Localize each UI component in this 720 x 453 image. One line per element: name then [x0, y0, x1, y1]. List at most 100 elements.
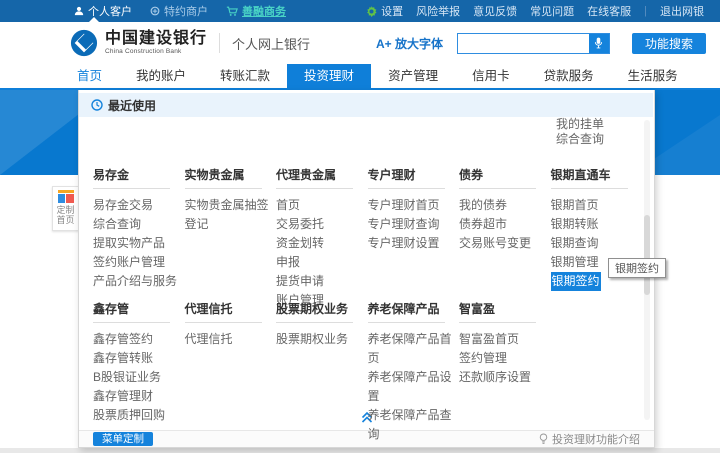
- menu-item[interactable]: 实物贵金属抽签登记: [185, 196, 277, 234]
- menu-item[interactable]: 银期管理: [551, 253, 599, 272]
- menu-group-title: 专户理财: [368, 166, 445, 189]
- menu-item[interactable]: 易存金交易: [93, 196, 153, 215]
- topbar-link-label: 意见反馈: [473, 3, 517, 19]
- menu-group-title: 代理信托: [185, 300, 262, 323]
- menu-item[interactable]: 养老保障产品首页: [368, 330, 460, 368]
- menu-item[interactable]: B股银证业务: [93, 368, 161, 387]
- topbar-link-label: 特约商户: [164, 3, 208, 19]
- menu-item[interactable]: 签约管理: [459, 349, 507, 368]
- menu-item[interactable]: 提取实物产品: [93, 234, 165, 253]
- customize-homepage-widget[interactable]: 定制 首页: [52, 186, 79, 231]
- investment-mega-menu: 最近使用 我的挂单综合查询 菜单定制: [78, 90, 655, 448]
- topbar-left: 个人客户 特约商户 善融商务: [74, 3, 286, 19]
- page-background-strip: [0, 448, 720, 453]
- menu-item[interactable]: 资金划转: [276, 234, 324, 253]
- ccb-logo-icon: [70, 29, 98, 57]
- search-input[interactable]: [458, 35, 589, 52]
- menu-item[interactable]: 交易委托: [276, 215, 324, 234]
- special-merchant-link[interactable]: 特约商户: [150, 3, 208, 19]
- menu-item[interactable]: 提货申请: [276, 272, 324, 291]
- menu-item[interactable]: 综合查询: [93, 215, 141, 234]
- topbar-link-label: 善融商务: [242, 3, 286, 19]
- menu-group: 专户理财专户理财首页专户理财查询专户理财设置: [368, 166, 460, 253]
- menu-item[interactable]: 专户理财设置: [368, 234, 440, 253]
- nav-tab-1[interactable]: 我的账户: [119, 64, 203, 88]
- menu-item[interactable]: 鑫存管签约: [93, 330, 153, 349]
- menu-item[interactable]: 股票质押回购: [93, 406, 165, 425]
- menu-item[interactable]: 代理信托: [185, 330, 233, 349]
- layout-icon: [58, 190, 74, 203]
- topbar-link-label: 常见问题: [530, 3, 574, 19]
- menu-item[interactable]: 我的债券: [459, 196, 507, 215]
- faq-link[interactable]: 常见问题: [530, 3, 574, 19]
- menu-item[interactable]: 鑫存管转账: [93, 349, 153, 368]
- menu-scrollbar-thumb[interactable]: [644, 215, 650, 295]
- nav-tab-3[interactable]: 投资理财: [287, 64, 371, 88]
- menu-group: 易存金易存金交易综合查询提取实物产品签约账户管理产品介绍与服务: [93, 166, 185, 291]
- menu-group-title: 鑫存管: [93, 300, 170, 323]
- menu-item[interactable]: 申报: [276, 253, 300, 272]
- ccb-personal-online-banking: 个人客户 特约商户 善融商务 设置风险举报意见反馈常见问题在线客服 | 退出网银 中国建…: [0, 0, 720, 453]
- recent-item-link[interactable]: 我的挂单: [556, 117, 604, 132]
- shanrong-commerce-link[interactable]: 善融商务: [226, 3, 286, 19]
- menu-item[interactable]: 债券超市: [459, 215, 507, 234]
- menu-item[interactable]: 交易账号变更: [459, 234, 531, 253]
- cart-icon: [226, 6, 238, 17]
- menu-item[interactable]: 专户理财查询: [368, 215, 440, 234]
- bank-logo[interactable]: 中国建设银行 China Construction Bank: [70, 29, 207, 57]
- menu-item[interactable]: 银期查询: [551, 234, 599, 253]
- menu-item[interactable]: 股票期权业务: [276, 330, 348, 349]
- menu-item[interactable]: 银期转账: [551, 215, 599, 234]
- function-search-box: [457, 33, 610, 54]
- menu-group-title: 养老保障产品: [368, 300, 445, 323]
- topbar-right: 设置风险举报意见反馈常见问题在线客服 | 退出网银: [366, 3, 704, 19]
- settings-link[interactable]: 设置: [366, 3, 403, 19]
- portal-title: 个人网上银行: [232, 34, 310, 53]
- topbar-divider: |: [644, 5, 647, 17]
- function-search-button[interactable]: 功能搜索: [632, 33, 706, 54]
- nav-tab-2[interactable]: 转账汇款: [203, 64, 287, 88]
- menu-group: 智富盈智富盈首页签约管理还款顺序设置: [459, 300, 551, 387]
- nav-tab-4[interactable]: 资产管理: [371, 64, 455, 88]
- page-body: 定制 首页 最近使用 我的挂单综合查询: [0, 90, 720, 453]
- menu-group: 实物贵金属实物贵金属抽签登记: [185, 166, 277, 234]
- menu-item[interactable]: 首页: [276, 196, 300, 215]
- personal-customer-link[interactable]: 个人客户: [74, 3, 132, 19]
- menu-group-title: 实物贵金属: [185, 166, 262, 189]
- menu-item[interactable]: 银期首页: [551, 196, 599, 215]
- top-utility-bar: 个人客户 特约商户 善融商务 设置风险举报意见反馈常见问题在线客服 | 退出网银: [0, 0, 720, 22]
- menu-item[interactable]: 养老保障产品设置: [368, 368, 460, 406]
- risk-report-link[interactable]: 风险举报: [416, 3, 460, 19]
- bank-name-cn: 中国建设银行: [105, 31, 207, 47]
- menu-group: 代理贵金属首页交易委托资金划转申报提货申请账户管理: [276, 166, 368, 310]
- nav-tab-0[interactable]: 首页: [60, 64, 119, 88]
- font-zoom-link[interactable]: A+ 放大字体: [376, 35, 443, 52]
- topbar-link-label: 退出网银: [660, 3, 704, 19]
- menu-item[interactable]: 银期签约: [551, 272, 601, 291]
- menu-item[interactable]: 专户理财首页: [368, 196, 440, 215]
- menu-item[interactable]: 智富盈首页: [459, 330, 519, 349]
- menu-group-title: 代理贵金属: [276, 166, 353, 189]
- feedback-link[interactable]: 意见反馈: [473, 3, 517, 19]
- bank-name-en: China Construction Bank: [105, 49, 207, 56]
- clock-icon: [91, 99, 103, 111]
- menu-row: 鑫存管鑫存管签约鑫存管转账B股银证业务鑫存管理财股票质押回购代理信托代理信托股票…: [93, 300, 632, 444]
- menu-item[interactable]: 签约账户管理: [93, 253, 165, 272]
- menu-item[interactable]: 养老保障产品查询: [368, 406, 460, 444]
- nav-tab-5[interactable]: 信用卡: [455, 64, 527, 88]
- topbar-link-label: 设置: [381, 3, 403, 19]
- recent-items: 我的挂单综合查询: [556, 117, 604, 147]
- online-service-link[interactable]: 在线客服: [587, 3, 631, 19]
- menu-group-title: 银期直通车: [551, 166, 628, 189]
- menu-item[interactable]: 还款顺序设置: [459, 368, 531, 387]
- voice-search-button[interactable]: [589, 34, 609, 53]
- menu-item[interactable]: 产品介绍与服务: [93, 272, 177, 291]
- nav-tab-7[interactable]: 生活服务: [611, 64, 695, 88]
- user-icon: [74, 6, 84, 16]
- recent-item-link[interactable]: 综合查询: [556, 132, 604, 147]
- logout-link[interactable]: 退出网银: [660, 3, 704, 19]
- active-customer-notch: [89, 17, 99, 22]
- menu-item[interactable]: 鑫存管理财: [93, 387, 153, 406]
- nav-tab-6[interactable]: 贷款服务: [527, 64, 611, 88]
- header: 中国建设银行 China Construction Bank 个人网上银行 A+…: [0, 22, 720, 64]
